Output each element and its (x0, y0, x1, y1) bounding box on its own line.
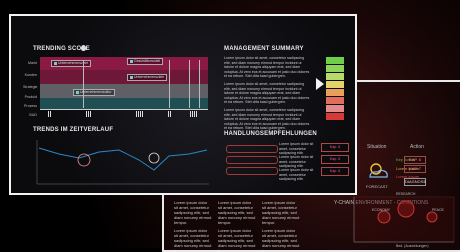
chart-x-label: Bed. (Auswirkungen) (396, 244, 429, 248)
action-button-1[interactable]: Kap. 6 (321, 143, 349, 152)
summary-text-3: Lorem ipsum dolor sit amet, consetetur s… (224, 108, 310, 131)
band-teal (40, 98, 208, 109)
tag-icon (130, 59, 133, 63)
bar-label-3: Produkt (24, 95, 37, 99)
back-text-1: Lorem ipsum dolor sit amet, consetetur s… (174, 200, 212, 225)
sun-cloud-icon (369, 163, 388, 178)
summary-text-2: Lorem ipsum dolor sit amet, consetetur s… (224, 82, 310, 105)
bar-label-4: Prozess (24, 104, 37, 108)
play-icon[interactable] (316, 78, 324, 90)
action-text-3: Lorem ipsum dolor sit amet, consetetur s… (279, 168, 314, 182)
axis-line (40, 109, 208, 110)
axis-label: BUD (29, 113, 37, 117)
summary-text-1: Lorem ipsum dolor sit amet, consetetur s… (224, 56, 310, 79)
tag-icon (54, 61, 57, 65)
action-button-3[interactable]: Kap. 6 (321, 167, 349, 176)
tag-unternehmensziele-2[interactable]: Unternehmensziele (127, 74, 168, 81)
box-diagnose[interactable]: DIAGNOSE (404, 178, 426, 186)
tag-geschaeftsmodell[interactable]: Geschäftsmodell (127, 58, 164, 65)
chart-label-economy: ECONOMY (372, 208, 391, 212)
tag-unternehmensziele[interactable]: Unternehmensziele (51, 60, 92, 67)
col-label-action: Action (410, 144, 424, 150)
marker-line (169, 60, 170, 108)
chart-label-research: RESEARCH (396, 192, 416, 196)
marker-line (199, 60, 200, 108)
back-text-3: Lorem ipsum dolor sit amet, consetetur s… (262, 200, 300, 225)
marker-line (83, 60, 84, 108)
status-gradient (326, 57, 344, 125)
band-magenta (40, 70, 208, 84)
tag-text: Unternehmensziele (134, 75, 165, 79)
action-text-1: Lorem ipsum dolor sit amet, consetetur s… (279, 142, 314, 156)
bar-label-0: Markt (28, 61, 37, 65)
col-label-situation: Situation (367, 144, 387, 150)
flame-icon (81, 45, 86, 51)
trend-title: TRENDS IM ZEITVERLAUF (33, 127, 114, 133)
box-kap6[interactable]: KAP. 6 (404, 156, 426, 164)
summary-title: MANAGEMENT SUMMARY (224, 46, 304, 52)
tag-text: Unternehmenskultur (80, 90, 112, 94)
action-text-2: Lorem ipsum dolor sit amet, consetetur s… (279, 155, 314, 169)
tag-text: Geschäftsmodell (134, 59, 161, 63)
tag-unternehmenskultur[interactable]: Unternehmenskultur (73, 89, 115, 96)
tag-icon (76, 90, 79, 94)
back-text-5: Lorem ipsum dolor sit amet, consetetur s… (218, 228, 256, 252)
box-kap7[interactable]: KAP. 7 (404, 165, 426, 173)
bar-label-2: Strategie (23, 85, 38, 89)
band-grey (40, 84, 208, 98)
actions-title: HANDLUNGSEMPFEHLUNGEN (224, 131, 317, 137)
action-arrow-3 (226, 167, 278, 175)
trend-line-chart (36, 140, 209, 185)
action-button-2[interactable]: Kap. 6 (321, 155, 349, 164)
front-slide[interactable]: TRENDING SCOPE Markt Kunden Strategie Pr… (9, 14, 357, 195)
timeline-ticks (48, 111, 197, 117)
back-text-4: Lorem ipsum dolor sit amet, consetetur s… (174, 228, 212, 252)
back-text-6: Lorem ipsum dolor sit amet, consetetur s… (262, 228, 300, 252)
marker-line (189, 60, 190, 108)
back-text-2: Lorem ipsum dolor sit amet, consetetur s… (218, 200, 256, 225)
action-arrow-2 (226, 156, 278, 164)
tag-icon (130, 75, 133, 79)
chart-label-peace: PEACE (432, 208, 444, 212)
bar-label-1: Kunden (24, 73, 37, 77)
action-arrow-1 (226, 145, 278, 153)
environment-chart (353, 196, 455, 243)
